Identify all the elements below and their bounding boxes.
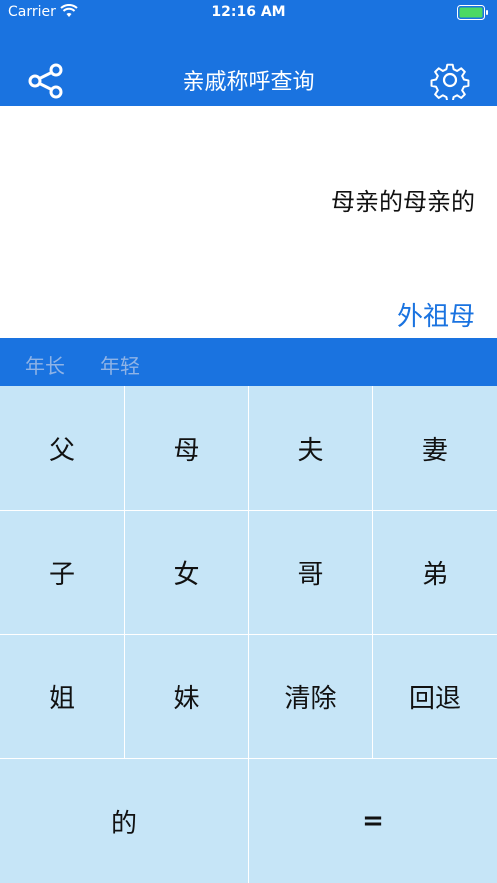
younger-toggle[interactable]: 年轻 — [100, 350, 140, 379]
key-daughter[interactable]: 女 — [125, 511, 248, 634]
key-husband[interactable]: 夫 — [249, 386, 372, 510]
relation-result: 外祖母 — [396, 302, 475, 332]
key-elder-sister[interactable]: 姐 — [0, 635, 124, 758]
back-button[interactable]: 回退 — [373, 635, 497, 758]
battery-icon — [457, 5, 488, 20]
gear-icon[interactable] — [430, 60, 470, 100]
grid-divider — [372, 386, 373, 758]
key-mother[interactable]: 母 — [125, 386, 248, 510]
key-wife[interactable]: 妻 — [373, 386, 497, 510]
key-of[interactable]: 的 — [0, 759, 248, 883]
key-elder-brother[interactable]: 哥 — [249, 511, 372, 634]
status-time: 12:16 AM — [211, 4, 286, 20]
key-younger-brother[interactable]: 弟 — [373, 511, 497, 634]
app-header: Carrier 12:16 AM 亲戚称呼查询 — [0, 0, 497, 106]
age-toggle-bar: 年长 年轻 — [0, 338, 497, 386]
clear-button[interactable]: 清除 — [249, 635, 372, 758]
grid-divider — [0, 758, 497, 759]
relation-expression: 母亲的母亲的 — [331, 188, 475, 216]
grid-divider — [0, 634, 497, 635]
key-son[interactable]: 子 — [0, 511, 124, 634]
key-father[interactable]: 父 — [0, 386, 124, 510]
equals-button[interactable]: = — [249, 759, 497, 883]
grid-divider — [124, 386, 125, 758]
older-toggle[interactable]: 年长 — [25, 350, 65, 379]
display-panel: 母亲的母亲的 外祖母 — [0, 106, 497, 338]
status-bar: Carrier 12:16 AM — [0, 0, 497, 26]
page-title: 亲戚称呼查询 — [182, 70, 315, 95]
keypad: 父 母 夫 妻 子 女 哥 弟 姐 妹 清除 回退 的 = — [0, 386, 497, 883]
grid-divider — [0, 510, 497, 511]
key-younger-sister[interactable]: 妹 — [125, 635, 248, 758]
